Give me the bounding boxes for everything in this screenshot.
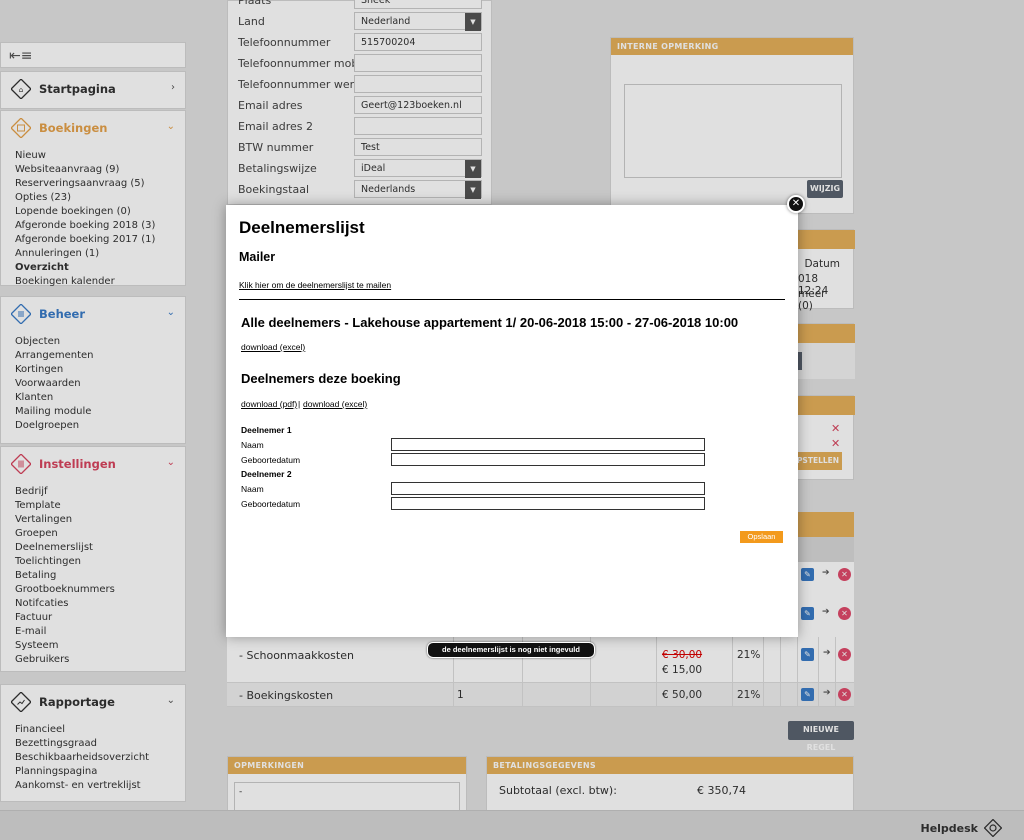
- name-label: Naam: [241, 484, 264, 494]
- birthdate-label: Geboortedatum: [241, 455, 301, 465]
- all-participants-heading: Alle deelnemers - Lakehouse appartement …: [241, 315, 739, 330]
- mailer-heading: Mailer: [239, 250, 276, 264]
- link-separator: |: [298, 399, 301, 409]
- download-excel-all-link[interactable]: download (excel): [241, 342, 305, 352]
- deelnemerslijst-modal: Deelnemerslijst Mailer Klik hier om de d…: [226, 205, 798, 637]
- birthdate-label: Geboortedatum: [241, 499, 301, 509]
- participant-2-name-input[interactable]: [391, 482, 705, 495]
- modal-title: Deelnemerslijst: [239, 218, 365, 237]
- save-button[interactable]: Opslaan: [740, 531, 783, 543]
- participant-2-label: Deelnemer 2: [241, 469, 292, 479]
- divider: [239, 299, 785, 300]
- download-pdf-link[interactable]: download (pdf): [241, 399, 297, 409]
- participant-1-label: Deelnemer 1: [241, 425, 292, 435]
- close-icon[interactable]: ✕: [787, 195, 805, 213]
- warning-tooltip: de deelnemerslijst is nog niet ingevuld: [427, 642, 595, 658]
- participant-2-birthdate-input[interactable]: [391, 497, 705, 510]
- mail-list-link[interactable]: Klik hier om de deelnemerslijst te maile…: [239, 280, 391, 290]
- name-label: Naam: [241, 440, 264, 450]
- participant-1-birthdate-input[interactable]: [391, 453, 705, 466]
- booking-participants-heading: Deelnemers deze boeking: [241, 371, 401, 386]
- download-excel-booking-link[interactable]: download (excel): [303, 399, 367, 409]
- participant-1-name-input[interactable]: [391, 438, 705, 451]
